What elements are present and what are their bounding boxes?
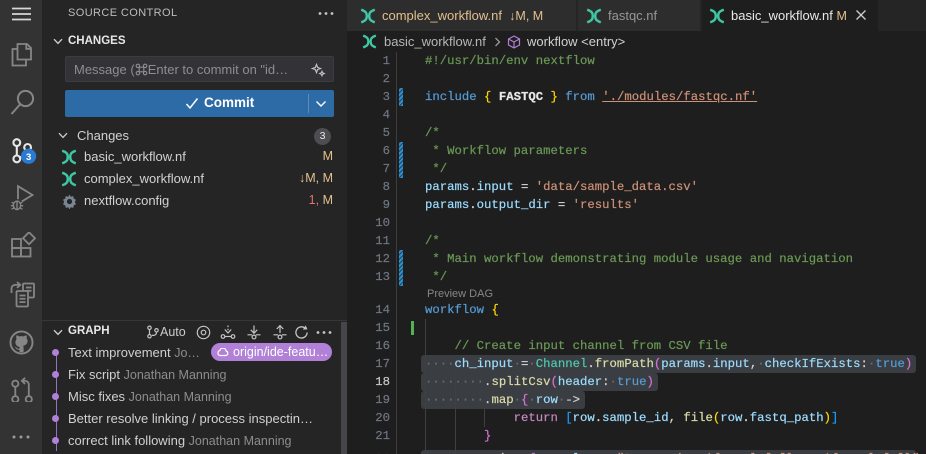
svg-text:3: 3 <box>26 152 31 163</box>
